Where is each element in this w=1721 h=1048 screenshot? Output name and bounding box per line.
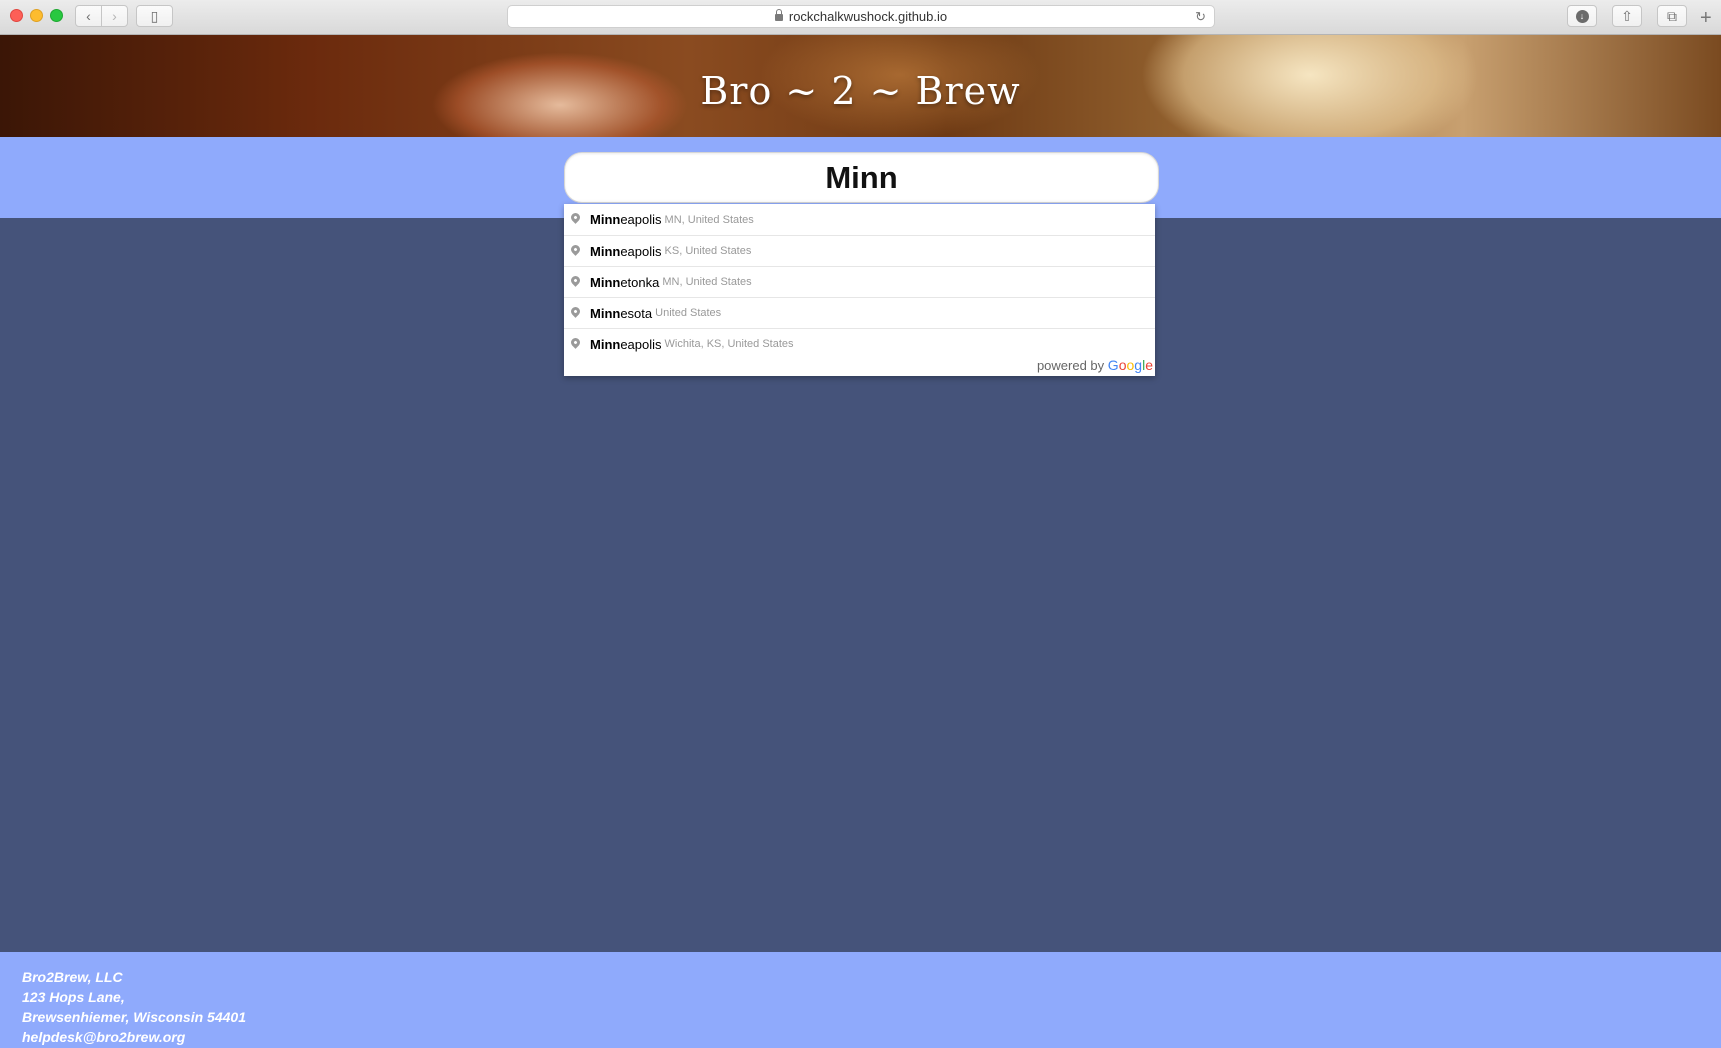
footer-city: Brewsenhiemer, Wisconsin 54401 [22, 1009, 246, 1025]
autocomplete-item-main: Minneapolis [590, 336, 662, 352]
lock-icon [774, 9, 783, 21]
address-url: rockchalkwushock.github.io [788, 9, 948, 24]
autocomplete-item-main: Minneapolis [590, 212, 662, 227]
autocomplete-item-main: Minneapolis [590, 243, 662, 259]
share-button[interactable]: ⇧ [1612, 5, 1642, 27]
share-icon: ⇧ [1621, 7, 1633, 24]
autocomplete-item-secondary: MN, United States [664, 213, 754, 226]
site-title: Bro ~ 2 ~ Brew [700, 69, 1021, 113]
map-pin-icon [569, 274, 582, 287]
google-logo: Google [1107, 357, 1153, 373]
new-tab-icon[interactable]: + [1700, 8, 1712, 28]
download-icon: ↓ [1575, 9, 1589, 23]
footer-street: 123 Hops Lane, [22, 989, 125, 1005]
autocomplete-item[interactable]: Minnesota United States [564, 297, 1155, 328]
chevron-right-icon: › [112, 8, 117, 24]
sidebar-icon: ▯ [150, 7, 159, 24]
back-button[interactable]: ‹ [75, 5, 102, 27]
footer-company: Bro2Brew, LLC [22, 969, 123, 985]
autocomplete-item-main: Minnesota [590, 305, 653, 321]
maximize-window-button[interactable] [50, 9, 63, 22]
close-window-button[interactable] [10, 9, 23, 22]
map-pin-icon [569, 305, 582, 318]
powered-by-label: powered by [1036, 358, 1105, 373]
autocomplete-item[interactable]: Minneapolis MN, United States [564, 204, 1155, 235]
map-pin-icon [569, 211, 582, 224]
autocomplete-item-secondary: Wichita, KS, United States [664, 338, 794, 350]
browser-toolbar: ‹ › ▯ rockchalkwushock.github.io ↻ ↓ ⇧ ⧉… [0, 0, 1721, 35]
autocomplete-item[interactable]: Minneapolis KS, United States [564, 235, 1155, 266]
site-footer: Bro2Brew, LLC 123 Hops Lane, Brewsenhiem… [0, 952, 1721, 1048]
autocomplete-item-secondary: MN, United States [662, 276, 752, 288]
tabs-icon: ⧉ [1667, 7, 1677, 24]
autocomplete-item[interactable]: Minnetonka MN, United States [564, 266, 1155, 297]
tab-overview-button[interactable]: ⧉ [1657, 5, 1687, 27]
autocomplete-item-main: Minnetonka [590, 274, 660, 290]
footer-email[interactable]: helpdesk@bro2brew.org [22, 1027, 1721, 1047]
reload-icon[interactable]: ↻ [1195, 9, 1206, 25]
minimize-window-button[interactable] [30, 9, 43, 22]
map-pin-icon [569, 243, 582, 256]
chevron-left-icon: ‹ [86, 8, 91, 24]
autocomplete-item-secondary: United States [655, 307, 722, 319]
autocomplete-item[interactable]: Minneapolis Wichita, KS, United States [564, 328, 1155, 359]
autocomplete-item-secondary: KS, United States [664, 245, 752, 257]
autocomplete-dropdown: Minneapolis MN, United States Minneapoli… [564, 204, 1155, 376]
map-pin-icon [569, 336, 582, 349]
sidebar-toggle-button[interactable]: ▯ [136, 5, 173, 27]
hero-banner: Bro ~ 2 ~ Brew [0, 35, 1721, 137]
powered-by-google: powered by Google [1037, 357, 1153, 373]
downloads-button[interactable]: ↓ [1567, 5, 1597, 27]
address-bar[interactable]: rockchalkwushock.github.io ↻ [507, 5, 1215, 28]
forward-button[interactable]: › [101, 5, 128, 27]
location-search-input[interactable] [564, 152, 1159, 203]
